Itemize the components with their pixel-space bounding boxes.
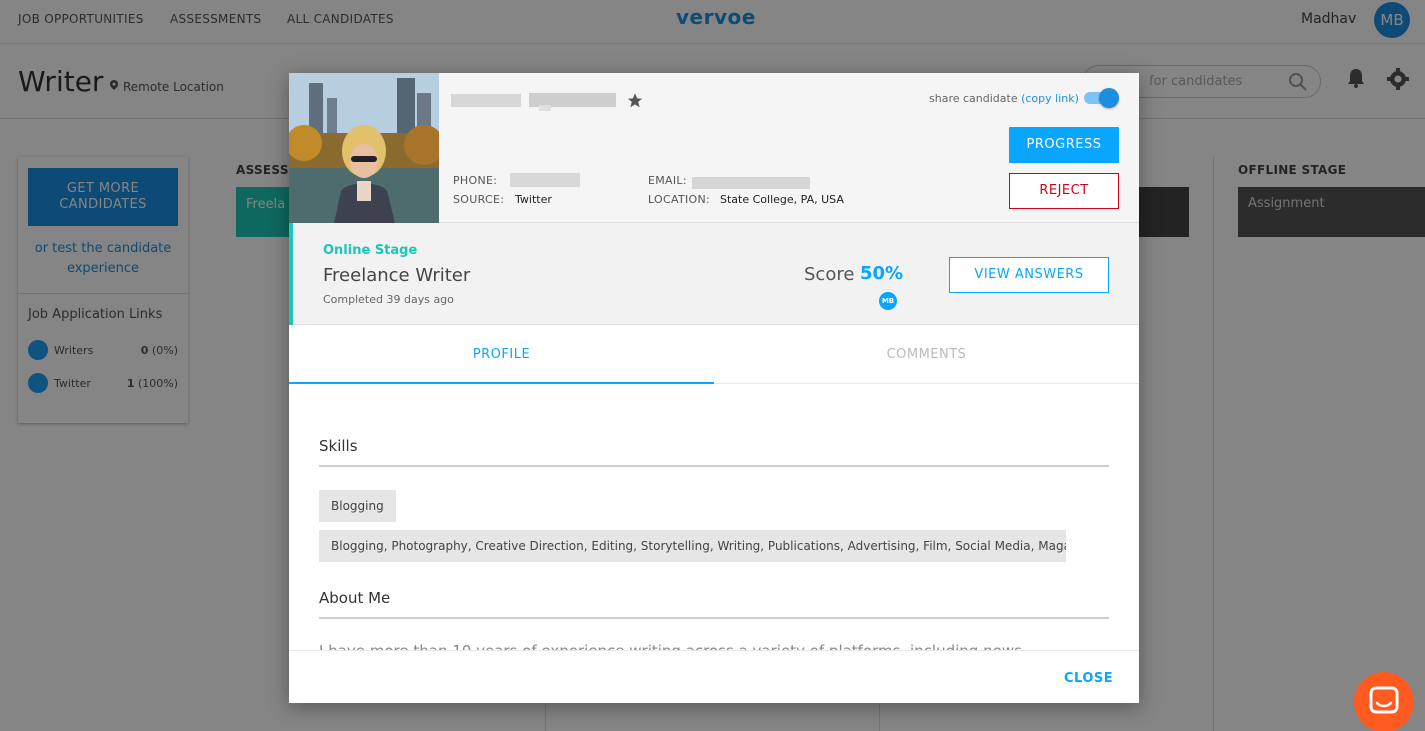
candidate-header: share candidate (copy link) PHONE: SOURC… [289,73,1139,223]
share-candidate: share candidate (copy link) [929,92,1079,105]
chat-launcher-button[interactable] [1354,672,1414,731]
source-label: SOURCE: [453,193,505,206]
source-value: Twitter [515,193,552,206]
candidate-name-redacted [451,93,616,111]
phone-label: PHONE: [453,174,498,187]
reject-button[interactable]: REJECT [1009,173,1119,209]
modal-footer: CLOSE [289,650,1139,703]
tab-profile[interactable]: PROFILE [289,326,714,384]
email-label: EMAIL: [648,174,687,187]
stage-completed-date: Completed 39 days ago [323,293,454,306]
score-label: Score [804,264,855,285]
phone-redacted [510,173,580,187]
location-label: LOCATION: [648,193,711,206]
skills-title: Skills [319,437,358,455]
stage-accent-bar [289,223,293,325]
score-value: 50% [860,263,904,284]
stage-kind: Online Stage [323,243,418,258]
about-me-title: About Me [319,589,391,607]
view-answers-button[interactable]: VIEW ANSWERS [949,257,1109,293]
close-button[interactable]: CLOSE [1064,671,1113,686]
stage-name: Freelance Writer [323,265,471,286]
profile-tabs: PROFILE COMMENTS [289,326,1139,384]
share-toggle-knob [1099,88,1119,108]
chat-icon [1369,686,1399,714]
email-redacted [692,177,810,189]
about-me-divider [319,617,1109,619]
skill-chip: Blogging [319,490,396,522]
progress-button[interactable]: PROGRESS [1009,127,1119,163]
share-candidate-label: share candidate [929,92,1018,105]
reviewer-badge: MB [879,292,897,310]
tab-comments[interactable]: COMMENTS [714,326,1139,384]
candidate-photo [289,73,439,223]
location-value: State College, PA, USA [720,193,844,206]
skill-chip: Blogging, Photography, Creative Directio… [319,530,1066,562]
copy-link[interactable]: (copy link) [1021,92,1079,105]
skills-divider [319,465,1109,467]
candidate-modal: share candidate (copy link) PHONE: SOURC… [289,73,1139,703]
star-icon[interactable] [626,92,644,109]
share-toggle[interactable] [1084,88,1119,108]
stage-summary: Online Stage Freelance Writer Completed … [289,223,1139,325]
